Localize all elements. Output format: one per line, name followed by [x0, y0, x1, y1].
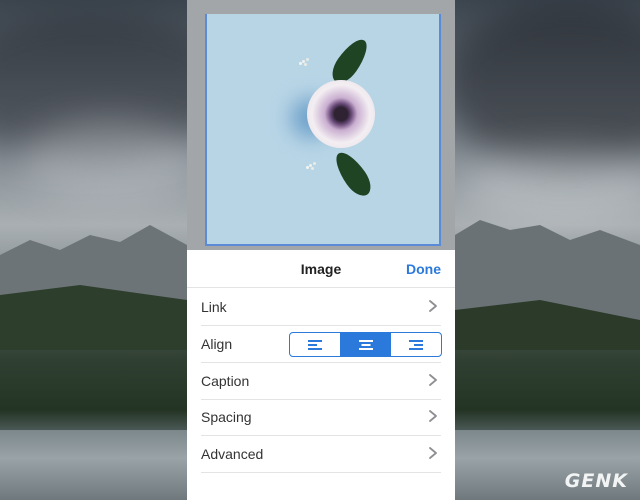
- advanced-row[interactable]: Advanced: [201, 436, 441, 473]
- align-right-icon: [409, 339, 424, 350]
- panel-header: Image Done: [187, 251, 455, 288]
- done-button[interactable]: Done: [406, 261, 441, 277]
- image-preview: [187, 0, 455, 250]
- spacing-row[interactable]: Spacing: [201, 399, 441, 436]
- align-row: Align: [201, 326, 442, 363]
- selection-edge: [205, 244, 441, 246]
- image-settings-panel: Image Done Link Align Caption Spacing Ad…: [187, 0, 455, 500]
- cloud: [20, 120, 200, 200]
- chevron-right-icon: [429, 447, 437, 459]
- advanced-label: Advanced: [201, 446, 264, 462]
- chevron-right-icon: [429, 410, 437, 422]
- align-left-button[interactable]: [290, 333, 340, 356]
- caption-row[interactable]: Caption: [201, 363, 441, 400]
- chevron-right-icon: [429, 300, 437, 312]
- caption-label: Caption: [201, 373, 250, 389]
- sprig: [302, 60, 305, 63]
- cloud: [440, 0, 640, 170]
- spacing-label: Spacing: [201, 409, 252, 425]
- anemone-flower: [307, 80, 375, 148]
- align-right-button[interactable]: [390, 333, 441, 356]
- genk-watermark: GENK: [564, 470, 628, 492]
- sprig: [309, 164, 312, 167]
- link-label: Link: [201, 299, 227, 315]
- flower-photo[interactable]: [205, 14, 441, 244]
- align-segmented-control: [289, 332, 442, 357]
- align-left-icon: [307, 339, 322, 350]
- chevron-right-icon: [429, 374, 437, 386]
- align-center-button[interactable]: [339, 333, 391, 356]
- link-row[interactable]: Link: [201, 289, 441, 326]
- align-label: Align: [201, 336, 233, 352]
- leaf-bottom: [329, 147, 377, 201]
- align-center-icon: [358, 339, 373, 350]
